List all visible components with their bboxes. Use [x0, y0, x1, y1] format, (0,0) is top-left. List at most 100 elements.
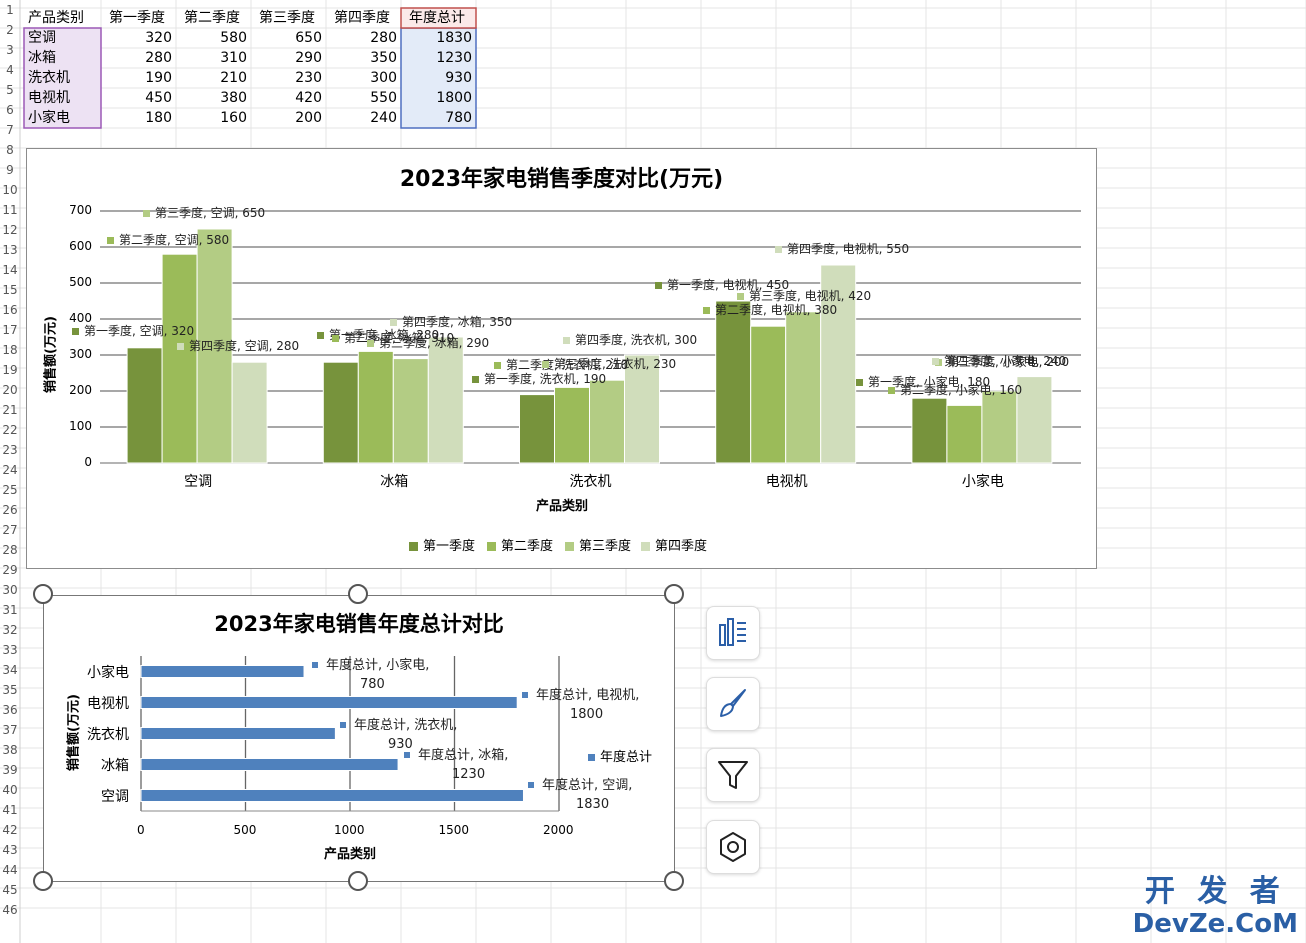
bar[interactable] [140, 665, 305, 678]
bar[interactable] [589, 379, 625, 464]
value-cell[interactable]: 280 [101, 48, 172, 68]
value-cell[interactable]: 350 [326, 48, 397, 68]
resize-handle-bottom-left[interactable] [33, 871, 53, 891]
row-number[interactable]: 23 [0, 440, 20, 460]
row-number[interactable]: 38 [0, 740, 20, 760]
header-cell[interactable]: 年度总计 [409, 8, 465, 28]
value-cell[interactable]: 420 [251, 88, 322, 108]
row-number[interactable]: 20 [0, 380, 20, 400]
row-number[interactable]: 8 [0, 140, 20, 160]
bar[interactable] [322, 361, 359, 464]
row-number[interactable]: 14 [0, 260, 20, 280]
row-number[interactable]: 1 [0, 0, 20, 20]
annual-total-chart[interactable]: 2023年家电销售年度总计对比 销售额(万元) 产品类别 小家电 电视机 洗衣机 冰箱… [43, 595, 675, 882]
bar[interactable] [140, 789, 524, 802]
bar[interactable] [231, 361, 268, 464]
row-number[interactable]: 19 [0, 360, 20, 380]
row-number[interactable]: 35 [0, 680, 20, 700]
value-cell[interactable]: 160 [176, 108, 247, 128]
row-number[interactable]: 10 [0, 180, 20, 200]
row-number[interactable]: 36 [0, 700, 20, 720]
row-number[interactable]: 42 [0, 820, 20, 840]
row-number[interactable]: 22 [0, 420, 20, 440]
value-cell[interactable]: 930 [401, 68, 472, 88]
header-cell[interactable]: 产品类别 [28, 8, 84, 28]
value-cell[interactable]: 240 [326, 108, 397, 128]
resize-handle-bottom[interactable] [348, 871, 368, 891]
row-number[interactable]: 39 [0, 760, 20, 780]
chart-filter-button[interactable] [706, 748, 760, 802]
value-cell[interactable]: 320 [101, 28, 172, 48]
value-cell[interactable]: 1800 [401, 88, 472, 108]
row-number[interactable]: 16 [0, 300, 20, 320]
value-cell[interactable]: 550 [326, 88, 397, 108]
value-cell[interactable]: 580 [176, 28, 247, 48]
value-cell[interactable]: 290 [251, 48, 322, 68]
row-number[interactable]: 41 [0, 800, 20, 820]
row-number[interactable]: 33 [0, 640, 20, 660]
row-number[interactable]: 44 [0, 860, 20, 880]
row-number[interactable]: 3 [0, 40, 20, 60]
value-cell[interactable]: 650 [251, 28, 322, 48]
row-number[interactable]: 2 [0, 20, 20, 40]
value-cell[interactable]: 190 [101, 68, 172, 88]
value-cell[interactable]: 230 [251, 68, 322, 88]
bar[interactable] [392, 358, 429, 464]
row-number[interactable]: 37 [0, 720, 20, 740]
row-number[interactable]: 7 [0, 120, 20, 140]
quarterly-chart[interactable]: 2023年家电销售季度对比(万元) 销售额(万元) 产品类别 0 100 200 30… [26, 148, 1097, 569]
legend-entry[interactable]: 第四季度 [641, 535, 707, 554]
bar[interactable] [785, 311, 822, 464]
row-number[interactable]: 30 [0, 580, 20, 600]
bar[interactable] [519, 394, 555, 464]
value-cell[interactable]: 1830 [401, 28, 472, 48]
bar[interactable] [750, 325, 787, 464]
value-cell[interactable]: 310 [176, 48, 247, 68]
row-number[interactable]: 12 [0, 220, 20, 240]
bar[interactable] [715, 300, 752, 464]
row-number[interactable]: 24 [0, 460, 20, 480]
header-cell[interactable]: 第二季度 [184, 8, 240, 28]
bar[interactable] [554, 386, 590, 464]
legend-entry[interactable]: 第一季度 [409, 535, 475, 554]
row-number[interactable]: 11 [0, 200, 20, 220]
bar[interactable] [427, 336, 464, 464]
resize-handle-bottom-right[interactable] [664, 871, 684, 891]
bar[interactable] [140, 727, 336, 740]
legend-entry[interactable]: 年度总计 [588, 746, 652, 765]
value-cell[interactable]: 200 [251, 108, 322, 128]
legend-entry[interactable]: 第二季度 [487, 535, 553, 554]
row-number[interactable]: 32 [0, 620, 20, 640]
value-cell[interactable]: 300 [326, 68, 397, 88]
bar[interactable] [161, 253, 198, 464]
bar[interactable] [140, 758, 399, 771]
row-number[interactable]: 29 [0, 560, 20, 580]
value-cell[interactable]: 780 [401, 108, 472, 128]
chart-styles-button[interactable] [706, 677, 760, 731]
row-number[interactable]: 26 [0, 500, 20, 520]
row-number[interactable]: 18 [0, 340, 20, 360]
row-number[interactable]: 45 [0, 880, 20, 900]
row-number[interactable]: 13 [0, 240, 20, 260]
value-cell[interactable]: 210 [176, 68, 247, 88]
value-cell[interactable]: 180 [101, 108, 172, 128]
row-number[interactable]: 5 [0, 80, 20, 100]
row-number[interactable]: 4 [0, 60, 20, 80]
row-number[interactable]: 31 [0, 600, 20, 620]
header-cell[interactable]: 第一季度 [109, 8, 165, 28]
header-cell[interactable]: 第四季度 [334, 8, 390, 28]
value-cell[interactable]: 1230 [401, 48, 472, 68]
row-number[interactable]: 9 [0, 160, 20, 180]
row-number[interactable]: 46 [0, 900, 20, 920]
row-number[interactable]: 40 [0, 780, 20, 800]
row-number[interactable]: 17 [0, 320, 20, 340]
bar[interactable] [981, 390, 1018, 464]
category-cell[interactable]: 空调 [28, 28, 56, 48]
chart-elements-button[interactable] [706, 606, 760, 660]
value-cell[interactable]: 450 [101, 88, 172, 108]
bar[interactable] [911, 397, 948, 464]
row-number[interactable]: 6 [0, 100, 20, 120]
chart-settings-button[interactable] [706, 820, 760, 874]
category-cell[interactable]: 电视机 [28, 88, 70, 108]
bar[interactable] [357, 350, 394, 464]
